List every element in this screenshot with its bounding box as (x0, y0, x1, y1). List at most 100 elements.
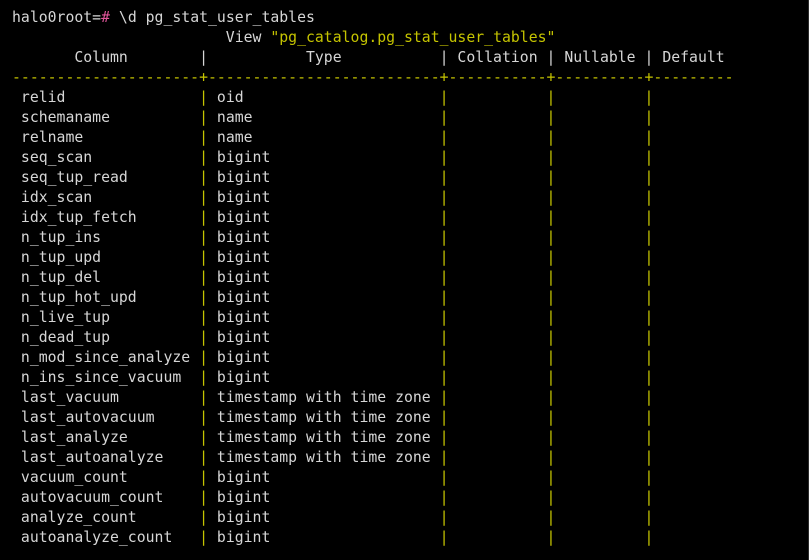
table-row: last_analyze | timestamp with time zone … (12, 428, 654, 448)
column-type: bigint (208, 309, 440, 326)
empty-cells: | | | (439, 289, 654, 306)
empty-cells: | | | (439, 89, 654, 106)
table-row: last_autovacuum | timestamp with time zo… (12, 408, 654, 428)
empty-cells: | | | (439, 309, 654, 326)
column-name: seq_scan (12, 149, 200, 166)
view-title-prefix: View (12, 29, 271, 46)
column-name: n_tup_hot_upd (12, 289, 200, 306)
column-divider: | (199, 189, 208, 206)
column-name: last_autovacuum (12, 409, 200, 426)
column-divider: | (199, 509, 208, 526)
column-divider: | (199, 129, 208, 146)
column-name: n_tup_upd (12, 249, 200, 266)
table-row: vacuum_count | bigint | | | (12, 468, 654, 488)
prompt-user-host: halo0root= (12, 9, 102, 26)
prompt-command: \d pg_stat_user_tables (110, 9, 315, 26)
column-divider: | (199, 309, 208, 326)
column-name: analyze_count (12, 509, 200, 526)
column-name: last_autoanalyze (12, 449, 200, 466)
prompt-symbol: # (101, 9, 111, 26)
empty-cells: | | | (439, 329, 654, 346)
column-name: idx_tup_fetch (12, 209, 200, 226)
table-row: n_ins_since_vacuum | bigint | | | (12, 368, 654, 388)
table-row: n_tup_upd | bigint | | | (12, 248, 654, 268)
column-divider: | (199, 289, 208, 306)
empty-cells: | | | (439, 349, 654, 366)
column-divider: | (199, 349, 208, 366)
column-name: last_analyze (12, 429, 200, 446)
column-name: n_dead_tup (12, 329, 200, 346)
column-name: relname (12, 129, 200, 146)
empty-cells: | | | (439, 269, 654, 286)
column-type: timestamp with time zone (208, 429, 440, 446)
column-type: timestamp with time zone (208, 409, 440, 426)
table-row: relid | oid | | | (12, 88, 654, 108)
table-row: seq_scan | bigint | | | (12, 148, 654, 168)
empty-cells: | | | (439, 369, 654, 386)
column-name: idx_scan (12, 189, 200, 206)
empty-cells: | | | (439, 489, 654, 506)
table-body: relid | oid | | | schemaname | name | | … (12, 88, 654, 548)
command-prompt-line: halo0root=# \d pg_stat_user_tables (12, 8, 315, 28)
empty-cells: | | | (439, 529, 654, 546)
column-name: schemaname (12, 109, 200, 126)
table-row: seq_tup_read | bigint | | | (12, 168, 654, 188)
column-type: bigint (208, 529, 440, 546)
column-type: bigint (208, 489, 440, 506)
column-divider: | (199, 489, 208, 506)
column-type: bigint (208, 349, 440, 366)
column-name: n_tup_ins (12, 229, 200, 246)
column-divider: | (199, 369, 208, 386)
column-divider: | (199, 169, 208, 186)
terminal-window[interactable]: halo0root=# \d pg_stat_user_tables View … (0, 0, 809, 560)
table-row: n_tup_ins | bigint | | | (12, 228, 654, 248)
column-divider: | (199, 429, 208, 446)
column-name: last_vacuum (12, 389, 200, 406)
table-header: Column | Type | Collation | Nullable | D… (12, 49, 725, 66)
table-row: n_live_tup | bigint | | | (12, 308, 654, 328)
column-type: oid (208, 89, 440, 106)
column-type: bigint (208, 469, 440, 486)
table-row: analyze_count | bigint | | | (12, 508, 654, 528)
table-row: autoanalyze_count | bigint | | | (12, 528, 654, 548)
column-type: bigint (208, 369, 440, 386)
view-title-name: "pg_catalog.pg_stat_user_tables" (270, 29, 556, 46)
empty-cells: | | | (439, 129, 654, 146)
column-type: bigint (208, 209, 440, 226)
empty-cells: | | | (439, 449, 654, 466)
column-divider: | (199, 329, 208, 346)
table-row: n_tup_del | bigint | | | (12, 268, 654, 288)
empty-cells: | | | (439, 169, 654, 186)
column-divider: | (199, 529, 208, 546)
column-divider: | (199, 109, 208, 126)
column-type: bigint (208, 229, 440, 246)
table-row: n_mod_since_analyze | bigint | | | (12, 348, 654, 368)
column-name: n_tup_del (12, 269, 200, 286)
empty-cells: | | | (439, 409, 654, 426)
column-divider: | (199, 269, 208, 286)
column-divider: | (199, 469, 208, 486)
column-name: relid (12, 89, 200, 106)
empty-cells: | | | (439, 389, 654, 406)
column-type: timestamp with time zone (208, 449, 440, 466)
column-type: bigint (208, 329, 440, 346)
empty-cells: | | | (439, 189, 654, 206)
column-type: timestamp with time zone (208, 389, 440, 406)
column-divider: | (199, 229, 208, 246)
table-row: autovacuum_count | bigint | | | (12, 488, 654, 508)
column-name: seq_tup_read (12, 169, 200, 186)
table-row: idx_tup_fetch | bigint | | | (12, 208, 654, 228)
view-title: View "pg_catalog.pg_stat_user_tables" (12, 28, 556, 48)
empty-cells: | | | (439, 209, 654, 226)
column-divider: | (199, 249, 208, 266)
empty-cells: | | | (439, 149, 654, 166)
column-name: vacuum_count (12, 469, 200, 486)
column-name: autoanalyze_count (12, 529, 200, 546)
table-separator: ---------------------+------------------… (12, 69, 734, 86)
column-divider: | (199, 209, 208, 226)
column-type: bigint (208, 509, 440, 526)
column-name: n_live_tup (12, 309, 200, 326)
column-type: bigint (208, 269, 440, 286)
table-row: relname | name | | | (12, 128, 654, 148)
table-row: last_autoanalyze | timestamp with time z… (12, 448, 654, 468)
